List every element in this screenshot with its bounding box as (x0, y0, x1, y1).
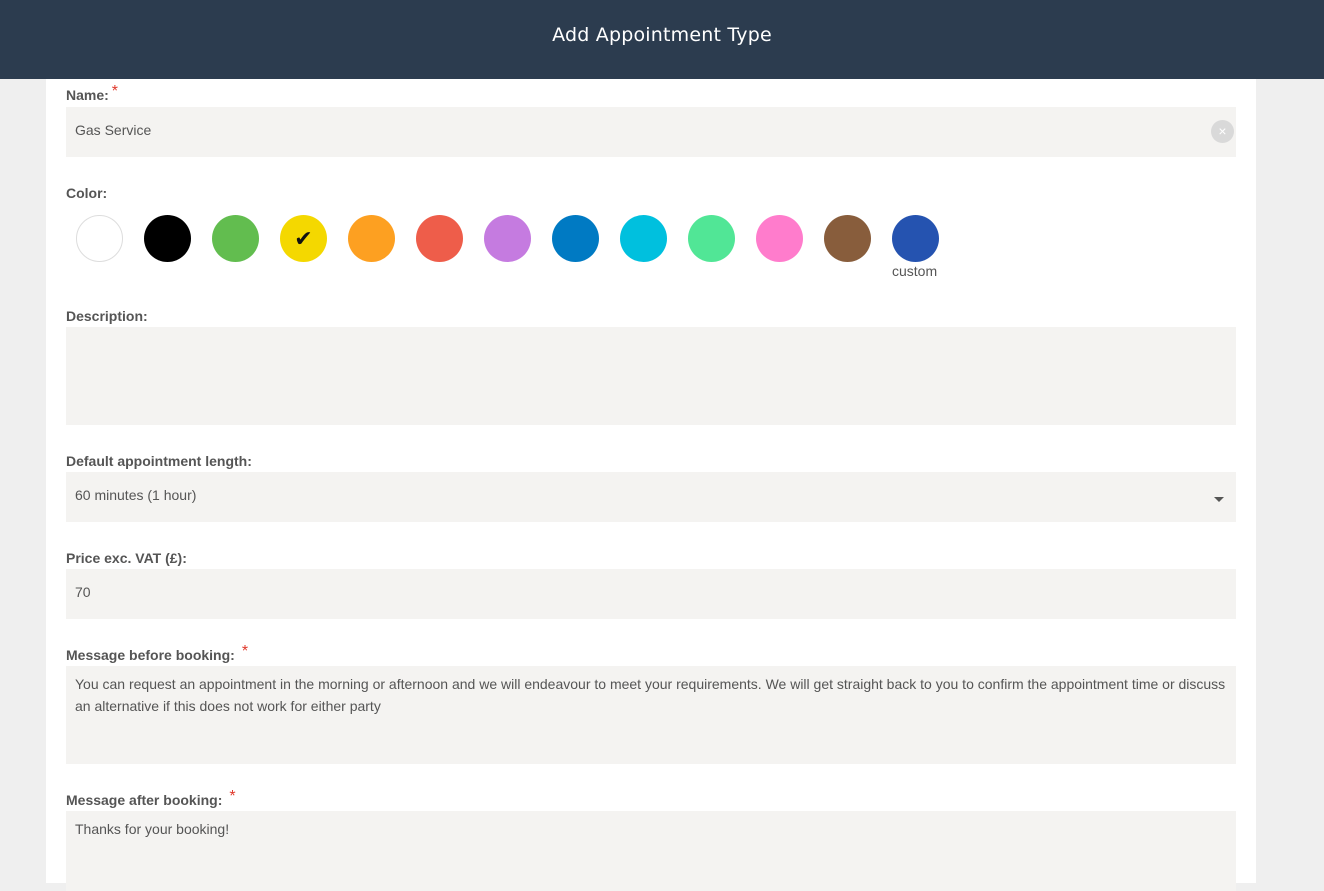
form-panel: Name: * Gas Service × Color: ✔ custom Des… (46, 79, 1256, 891)
color-swatch-blue[interactable] (552, 215, 599, 262)
color-swatch-brown[interactable] (824, 215, 871, 262)
color-swatch-red[interactable] (416, 215, 463, 262)
name-label-text: Name: (66, 87, 109, 103)
message-before-textarea[interactable]: You can request an appointment in the mo… (66, 666, 1236, 764)
color-swatch-orange[interactable] (348, 215, 395, 262)
chevron-down-icon (1214, 497, 1224, 502)
length-select[interactable]: 60 minutes (1 hour) (66, 472, 1236, 522)
length-select-value: 60 minutes (1 hour) (75, 487, 197, 503)
message-before-required-mark: * (241, 643, 249, 660)
price-label: Price exc. VAT (£): (66, 550, 187, 566)
description-label: Description: (66, 308, 148, 324)
message-after-value: Thanks for your booking! (75, 821, 230, 837)
price-input[interactable]: 70 (66, 569, 1236, 619)
custom-color-label: custom (892, 263, 938, 279)
price-input-value: 70 (75, 584, 91, 600)
color-swatch-pink[interactable] (756, 215, 803, 262)
message-after-label-text: Message after booking: (66, 792, 223, 808)
color-swatch-custom[interactable] (892, 215, 939, 262)
color-swatch-cyan[interactable] (620, 215, 667, 262)
length-label: Default appointment length: (66, 453, 252, 469)
color-swatch-purple[interactable] (484, 215, 531, 262)
message-before-label-text: Message before booking: (66, 647, 235, 663)
message-after-required-mark: * (229, 788, 236, 805)
color-swatch-green[interactable] (212, 215, 259, 262)
message-after-label: Message after booking: * (66, 788, 236, 810)
modal-title: Add Appointment Type (552, 23, 772, 46)
color-swatch-white[interactable] (76, 215, 123, 262)
name-required-mark: * (111, 83, 119, 100)
message-before-value: You can request an appointment in the mo… (75, 676, 1226, 714)
description-textarea[interactable] (66, 327, 1236, 425)
message-before-label: Message before booking: * (66, 643, 248, 665)
color-swatch-mint[interactable] (688, 215, 735, 262)
message-after-textarea[interactable]: Thanks for your booking! (66, 811, 1236, 891)
name-input[interactable]: Gas Service × (66, 107, 1236, 157)
name-label: Name: * (66, 83, 118, 105)
check-icon: ✔ (294, 226, 313, 251)
color-label: Color: (66, 185, 108, 201)
color-swatch-yellow[interactable]: ✔ (280, 215, 327, 262)
modal-header: Add Appointment Type (0, 0, 1324, 79)
color-swatch-black[interactable] (144, 215, 191, 262)
clear-icon[interactable]: × (1211, 120, 1234, 143)
name-input-value: Gas Service (75, 122, 152, 138)
